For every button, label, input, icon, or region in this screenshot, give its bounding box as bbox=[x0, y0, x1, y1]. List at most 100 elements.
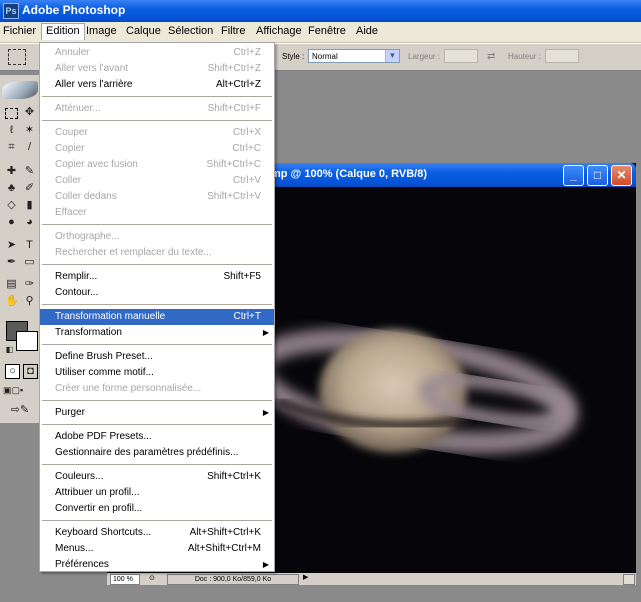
menu-item-contour[interactable]: Contour... bbox=[40, 285, 274, 301]
chevron-down-icon[interactable]: ▼ bbox=[385, 50, 399, 62]
width-label: Largeur : bbox=[408, 52, 441, 61]
eyedropper-icon[interactable]: ✑ bbox=[23, 278, 36, 291]
document-status-bar: 100 % ⊙ Doc : 900,0 Ko/859,0 Ko ▶ bbox=[107, 573, 636, 585]
menu-item-purger[interactable]: Purger ▶ bbox=[40, 405, 274, 421]
style-value: Normal bbox=[312, 52, 338, 61]
menu-item-annuler[interactable]: Annuler Ctrl+Z bbox=[40, 45, 274, 61]
healing-brush-icon[interactable]: ✚ bbox=[5, 165, 18, 178]
menu-separator bbox=[42, 120, 272, 121]
scroll-right-icon[interactable] bbox=[623, 574, 635, 585]
menu-item-define-brush-preset[interactable]: Define Brush Preset... bbox=[40, 349, 274, 365]
photoshop-logo-icon: Ps bbox=[3, 3, 19, 19]
menu-item-convertir-en-profil[interactable]: Convertir en profil... bbox=[40, 501, 274, 517]
background-color-swatch[interactable] bbox=[16, 331, 38, 351]
menu-item-preferences[interactable]: Préférences ▶ bbox=[40, 557, 274, 573]
pen-tool-icon[interactable]: ✒ bbox=[5, 256, 18, 269]
app-title-bar[interactable]: Ps Adobe Photoshop bbox=[0, 0, 641, 22]
menu-item-couper[interactable]: Couper Ctrl+X bbox=[40, 125, 274, 141]
menu-item-shortcut: Alt+Ctrl+Z bbox=[215, 79, 261, 90]
shape-tool-icon[interactable]: ▭ bbox=[23, 256, 36, 269]
menu-item-rechercher-et-remplacer-du-texte[interactable]: Rechercher et remplacer du texte... bbox=[40, 245, 274, 261]
menu-affichage[interactable]: Affichage bbox=[256, 25, 302, 37]
jump-to-imageready-icon[interactable]: ⇨✎ bbox=[5, 404, 35, 417]
menu-item-orthographe[interactable]: Orthographe... bbox=[40, 229, 274, 245]
default-colors-icon[interactable]: ◧ bbox=[3, 343, 16, 356]
menu-aide[interactable]: Aide bbox=[356, 25, 378, 37]
menu-calque[interactable]: Calque bbox=[126, 25, 161, 37]
menu-item-couleurs[interactable]: Couleurs... Shift+Ctrl+K bbox=[40, 469, 274, 485]
menu-fichier[interactable]: Fichier bbox=[3, 25, 36, 37]
minimize-icon[interactable]: _ bbox=[563, 165, 584, 186]
rectangular-marquee-icon[interactable] bbox=[8, 49, 26, 65]
eraser-tool-icon[interactable]: ◇ bbox=[5, 199, 18, 212]
history-brush-icon[interactable]: ✐ bbox=[23, 182, 36, 195]
menu-filtre[interactable]: Filtre bbox=[221, 25, 245, 37]
menu-item-label: Effacer bbox=[55, 207, 87, 218]
app-title: Adobe Photoshop bbox=[22, 3, 126, 17]
menu-item-label: Coller dedans bbox=[55, 191, 117, 202]
menu-item-remplir[interactable]: Remplir... Shift+F5 bbox=[40, 269, 274, 285]
menu-item-transformation[interactable]: Transformation ▶ bbox=[40, 325, 274, 341]
maximize-icon[interactable]: □ bbox=[587, 165, 608, 186]
height-input[interactable] bbox=[545, 49, 579, 63]
menu-item-label: Transformation manuelle bbox=[55, 311, 166, 322]
zoom-tool-icon[interactable]: ⚲ bbox=[23, 295, 36, 308]
menu-item-keyboard-shortcuts[interactable]: Keyboard Shortcuts... Alt+Shift+Ctrl+K bbox=[40, 525, 274, 541]
menu-item-label: Aller vers l'arrière bbox=[55, 79, 133, 90]
slice-tool-icon[interactable]: / bbox=[23, 141, 36, 154]
menu-item-gestionnaire-des-parametres-predefinis[interactable]: Gestionnaire des paramètres prédéfinis..… bbox=[40, 445, 274, 461]
document-title: mp @ 100% (Calque 0, RVB/8) bbox=[271, 168, 428, 180]
submenu-arrow-icon: ▶ bbox=[262, 328, 269, 337]
menu-item-aller-vers-l-avant[interactable]: Aller vers l'avant Shift+Ctrl+Z bbox=[40, 61, 274, 77]
menu-item-shortcut: Alt+Shift+Ctrl+M bbox=[187, 543, 261, 554]
width-input[interactable] bbox=[444, 49, 478, 63]
menu-item-coller-dedans[interactable]: Coller dedans Shift+Ctrl+V bbox=[40, 189, 274, 205]
standard-mode-icon[interactable]: ○ bbox=[5, 364, 20, 379]
menu-item-label: Utiliser comme motif... bbox=[55, 367, 154, 378]
menu-selection[interactable]: Sélection bbox=[168, 25, 213, 37]
screen-mode-icon[interactable]: ▣▢▪ bbox=[3, 384, 23, 397]
menu-item-coller[interactable]: Coller Ctrl+V bbox=[40, 173, 274, 189]
menu-item-adobe-pdf-presets[interactable]: Adobe PDF Presets... bbox=[40, 429, 274, 445]
menu-item-transformation-manuelle[interactable]: Transformation manuelle Ctrl+T bbox=[40, 309, 274, 325]
brush-tool-icon[interactable]: ✎ bbox=[23, 165, 36, 178]
menu-separator bbox=[42, 464, 272, 465]
menu-item-attribuer-un-profil[interactable]: Attribuer un profil... bbox=[40, 485, 274, 501]
menu-item-attenuer[interactable]: Atténuer... Shift+Ctrl+F bbox=[40, 101, 274, 117]
blur-tool-icon[interactable]: ● bbox=[5, 216, 18, 229]
menu-image[interactable]: Image bbox=[86, 25, 117, 37]
quick-mask-icon[interactable]: ◘ bbox=[23, 364, 38, 379]
hand-tool-icon[interactable]: ✋ bbox=[5, 295, 19, 308]
type-tool-icon[interactable]: T bbox=[23, 239, 36, 252]
height-label: Hauteur : bbox=[508, 52, 541, 61]
menu-item-copier[interactable]: Copier Ctrl+C bbox=[40, 141, 274, 157]
path-selection-icon[interactable]: ➤ bbox=[5, 239, 18, 252]
clone-stamp-icon[interactable]: ♣ bbox=[5, 182, 18, 195]
menu-item-effacer[interactable]: Effacer bbox=[40, 205, 274, 221]
gradient-tool-icon[interactable]: ▮ bbox=[23, 199, 36, 212]
close-icon[interactable]: ✕ bbox=[611, 165, 632, 186]
status-menu-arrow-icon[interactable]: ▶ bbox=[303, 573, 308, 581]
magic-wand-icon[interactable]: ✶ bbox=[23, 124, 36, 137]
crop-tool-icon[interactable]: ⌗ bbox=[5, 141, 18, 154]
menu-item-menus[interactable]: Menus... Alt+Shift+Ctrl+M bbox=[40, 541, 274, 557]
move-tool-icon[interactable]: ✥ bbox=[23, 106, 36, 119]
menu-item-creer-une-forme-personnalisee[interactable]: Créer une forme personnalisée... bbox=[40, 381, 274, 397]
lasso-tool-icon[interactable]: ℓ bbox=[5, 124, 18, 137]
swap-icon[interactable]: ⇄ bbox=[487, 51, 495, 62]
menu-fenetre[interactable]: Fenêtre bbox=[308, 25, 346, 37]
menu-separator bbox=[42, 264, 272, 265]
zoom-field[interactable]: 100 % bbox=[110, 574, 140, 585]
style-select[interactable]: Normal ▼ bbox=[308, 49, 400, 63]
menu-item-copier-avec-fusion[interactable]: Copier avec fusion Shift+Ctrl+C bbox=[40, 157, 274, 173]
notes-tool-icon[interactable]: ▤ bbox=[5, 278, 18, 291]
menu-separator bbox=[42, 424, 272, 425]
marquee-tool-icon[interactable] bbox=[5, 108, 18, 119]
menu-edition[interactable]: Edition bbox=[41, 23, 85, 40]
submenu-arrow-icon: ▶ bbox=[262, 408, 269, 417]
menu-item-utiliser-comme-motif[interactable]: Utiliser comme motif... bbox=[40, 365, 274, 381]
dodge-tool-icon[interactable]: ◕ bbox=[23, 216, 36, 229]
menu-item-aller-vers-l-arriere[interactable]: Aller vers l'arrière Alt+Ctrl+Z bbox=[40, 77, 274, 93]
zoom-menu-icon[interactable]: ⊙ bbox=[149, 574, 155, 582]
menu-item-label: Convertir en profil... bbox=[55, 503, 143, 514]
